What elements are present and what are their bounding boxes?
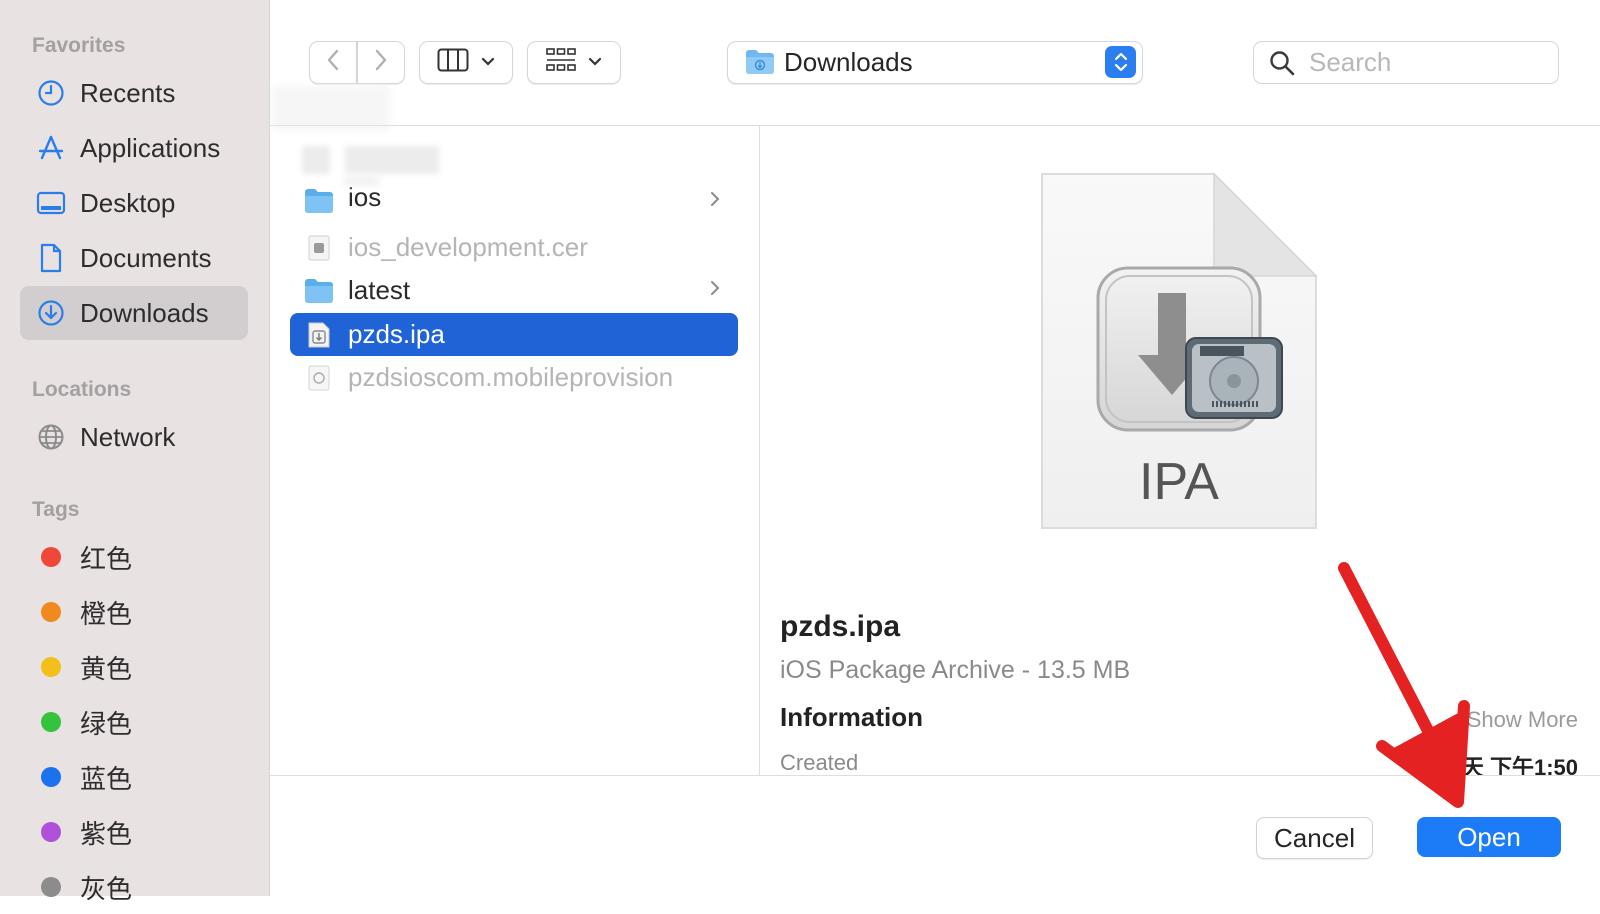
chevron-left-icon bbox=[326, 48, 340, 77]
file-row-pzds-ipa[interactable]: pzds.ipa bbox=[290, 313, 738, 356]
redacted-area bbox=[345, 146, 439, 174]
location-popup[interactable]: Downloads bbox=[727, 41, 1143, 84]
document-icon bbox=[36, 243, 66, 273]
group-button[interactable] bbox=[527, 41, 621, 84]
sidebar-tag-purple[interactable]: 紫色 bbox=[20, 805, 248, 859]
file-name: ios_development.cer bbox=[348, 232, 588, 262]
applications-icon bbox=[36, 133, 66, 163]
columns-view-icon bbox=[437, 48, 469, 77]
chevron-right-icon bbox=[710, 280, 722, 301]
redacted-area bbox=[272, 86, 390, 130]
sidebar-item-label: Network bbox=[80, 421, 176, 452]
file-row-mobileprovision[interactable]: pzdsioscom.mobileprovision bbox=[290, 356, 738, 399]
locations-section-title: Locations bbox=[32, 378, 132, 401]
sidebar-item-downloads[interactable]: Downloads bbox=[20, 286, 248, 340]
sidebar-item-label: Desktop bbox=[80, 187, 176, 218]
sidebar-item-label: Recents bbox=[80, 77, 176, 108]
file-row-ios[interactable]: ios bbox=[290, 182, 738, 220]
column-divider bbox=[759, 126, 760, 775]
sidebar: Favorites Recents Applications Desktop D… bbox=[0, 0, 270, 904]
sidebar-item-label: 黄色 bbox=[80, 653, 133, 684]
grid-group-icon bbox=[546, 48, 576, 77]
sidebar-item-recents[interactable]: Recents bbox=[20, 66, 248, 120]
chevron-right-icon bbox=[374, 48, 388, 77]
folder-icon bbox=[304, 276, 334, 306]
forward-button[interactable] bbox=[357, 41, 405, 84]
tag-color-dot bbox=[41, 547, 61, 567]
tag-color-dot bbox=[41, 657, 61, 677]
tag-color-dot bbox=[41, 712, 61, 732]
sidebar-item-label: 蓝色 bbox=[80, 763, 133, 794]
file-row-ios-development-cer[interactable]: ios_development.cer bbox=[290, 226, 738, 269]
sidebar-tag-green[interactable]: 绿色 bbox=[20, 695, 248, 749]
preview-info-title: Information bbox=[780, 702, 923, 732]
created-label: Created bbox=[780, 750, 859, 775]
redacted-area bbox=[302, 146, 330, 174]
chevron-right-icon bbox=[710, 191, 722, 212]
sidebar-tag-yellow[interactable]: 黄色 bbox=[20, 640, 248, 694]
preview-icon-label: IPA bbox=[1139, 453, 1219, 511]
sidebar-item-label: Downloads bbox=[80, 297, 209, 328]
sidebar-item-applications[interactable]: Applications bbox=[20, 121, 248, 175]
favorites-section-title: Favorites bbox=[32, 34, 126, 57]
sidebar-tag-orange[interactable]: 橙色 bbox=[20, 585, 248, 639]
download-icon bbox=[36, 298, 66, 328]
sidebar-tag-blue[interactable]: 蓝色 bbox=[20, 750, 248, 804]
sidebar-item-network[interactable]: Network bbox=[20, 410, 248, 464]
sidebar-item-label: 橙色 bbox=[80, 598, 133, 629]
sidebar-tag-red[interactable]: 红色 bbox=[20, 530, 248, 584]
search-icon bbox=[1269, 50, 1295, 76]
file-name: pzds.ipa bbox=[348, 319, 445, 349]
sidebar-item-label: 灰色 bbox=[80, 873, 133, 904]
sidebar-item-label: 红色 bbox=[80, 543, 133, 574]
desktop-icon bbox=[36, 188, 66, 218]
search-field[interactable] bbox=[1253, 41, 1559, 84]
sidebar-item-label: 绿色 bbox=[80, 708, 133, 739]
location-label: Downloads bbox=[784, 47, 913, 77]
annotation-arrow bbox=[1330, 560, 1490, 810]
toolbar-divider bbox=[270, 125, 1600, 126]
tag-color-dot bbox=[41, 602, 61, 622]
certificate-file-icon bbox=[304, 233, 334, 263]
clock-icon bbox=[36, 78, 66, 108]
sidebar-item-label: Documents bbox=[80, 242, 212, 273]
chevron-down-icon bbox=[588, 54, 602, 72]
file-name: latest bbox=[348, 275, 411, 305]
open-button[interactable]: Open bbox=[1417, 817, 1561, 857]
up-down-arrows-icon bbox=[1105, 46, 1136, 78]
sidebar-item-documents[interactable]: Documents bbox=[20, 231, 248, 285]
view-mode-button[interactable] bbox=[419, 41, 513, 84]
sidebar-item-label: 紫色 bbox=[80, 818, 133, 849]
tags-section-title: Tags bbox=[32, 498, 80, 521]
sidebar-tag-gray[interactable]: 灰色 bbox=[20, 860, 248, 914]
file-name: ios bbox=[348, 182, 382, 212]
chevron-down-icon bbox=[481, 54, 495, 72]
file-name: pzdsioscom.mobileprovision bbox=[348, 362, 674, 392]
preview-file-name: pzds.ipa bbox=[780, 610, 901, 643]
back-button[interactable] bbox=[309, 41, 357, 84]
tag-color-dot bbox=[41, 822, 61, 842]
cancel-button[interactable]: Cancel bbox=[1256, 817, 1373, 859]
redacted-area bbox=[344, 176, 379, 186]
folder-icon bbox=[304, 186, 334, 216]
provision-file-icon bbox=[304, 363, 334, 393]
sidebar-item-label: Applications bbox=[80, 132, 221, 163]
ipa-file-icon bbox=[304, 320, 334, 350]
sidebar-item-desktop[interactable]: Desktop bbox=[20, 176, 248, 230]
preview-file-kind: iOS Package Archive - 13.5 MB bbox=[780, 656, 1131, 684]
globe-icon bbox=[36, 422, 66, 452]
file-row-latest[interactable]: latest bbox=[290, 269, 738, 312]
search-input[interactable] bbox=[1307, 46, 1541, 79]
downloads-folder-icon bbox=[745, 49, 775, 80]
tag-color-dot bbox=[41, 877, 61, 897]
tag-color-dot bbox=[41, 767, 61, 787]
